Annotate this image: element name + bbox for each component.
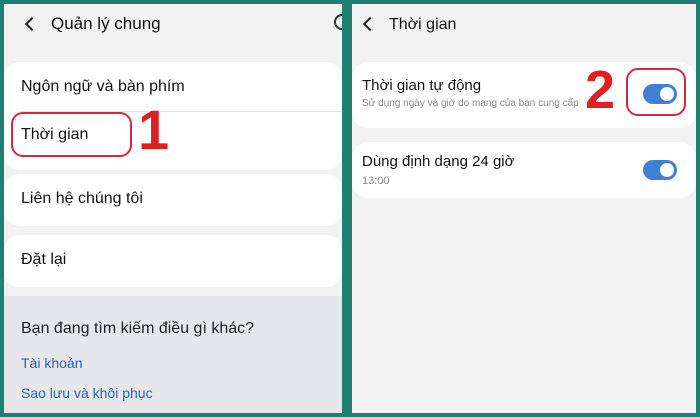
general-management-screen: Quản lý chung Ngôn ngữ và bàn phím Thời …: [4, 4, 342, 413]
link-account[interactable]: Tài khoản: [21, 355, 82, 371]
menu-item-reset[interactable]: Đặt lại: [4, 251, 342, 269]
toggle-knob: [660, 163, 674, 177]
time-settings-screen: Thời gian Thời gian tự động Sử dụng ngày…: [352, 4, 696, 413]
header: Quản lý chung: [4, 4, 342, 44]
reset-card: Đặt lại: [4, 235, 342, 287]
back-arrow-icon[interactable]: [360, 13, 380, 35]
auto-time-subtitle: Sử dụng ngày và giờ do mạng của bạn cung…: [362, 98, 579, 109]
auto-time-title: Thời gian tự động: [362, 77, 482, 94]
24h-format-card: Dùng định dạng 24 giờ 13:00: [352, 142, 696, 198]
contact-card: Liên hệ chúng tôi: [4, 174, 342, 226]
suggestions-box: Bạn đang tìm kiếm điều gì khác? Tài khoả…: [4, 296, 342, 413]
suggestions-heading: Bạn đang tìm kiếm điều gì khác?: [21, 320, 255, 337]
menu-item-language-keyboard[interactable]: Ngôn ngữ và bàn phím: [4, 78, 342, 96]
24h-format-example: 13:00: [362, 175, 390, 187]
search-icon[interactable]: [334, 14, 342, 30]
step-number-2: 2: [585, 60, 616, 120]
step-number-1: 1: [138, 98, 170, 161]
24h-format-toggle[interactable]: [643, 160, 677, 180]
page-title: Thời gian: [389, 16, 457, 33]
link-backup-restore[interactable]: Sao lưu và khôi phục: [21, 385, 153, 401]
header: Thời gian: [352, 4, 696, 44]
menu-item-contact-us[interactable]: Liên hệ chúng tôi: [4, 190, 342, 208]
back-arrow-icon[interactable]: [22, 13, 42, 35]
page-title: Quản lý chung: [51, 14, 161, 33]
24h-format-title: Dùng định dạng 24 giờ: [362, 153, 515, 170]
toggle-highlight-box: [626, 68, 686, 116]
time-highlight-box: [11, 112, 132, 157]
